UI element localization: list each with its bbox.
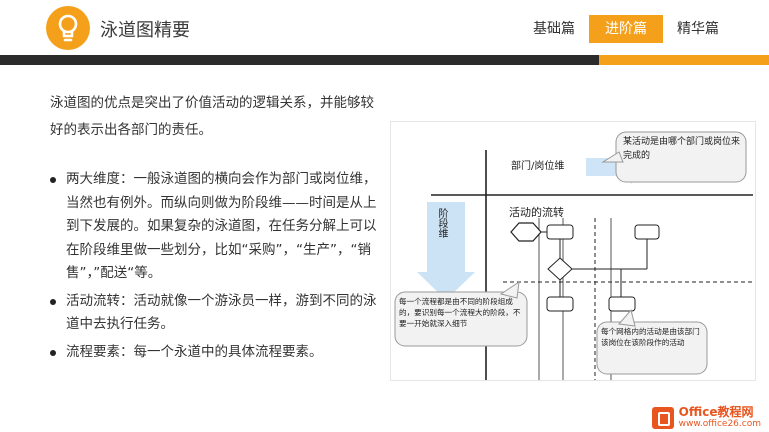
decision-diamond xyxy=(547,257,573,281)
office-logo-icon xyxy=(651,407,674,429)
callout-left-text: 每一个流程都是由不同的阶段组成的，要识别每一个流程大的阶段，不要一开始就深入细节 xyxy=(399,297,521,328)
header-divider-bar xyxy=(0,55,769,65)
tab-advanced[interactable]: 进阶篇 xyxy=(589,15,663,43)
section-tabs: 基础篇 进阶篇 精华篇 xyxy=(523,15,729,43)
watermark-sub: www.office26.com xyxy=(678,419,761,429)
flow-node-1 xyxy=(546,224,574,240)
flow-node-3 xyxy=(546,296,574,312)
callout-top-text: 某活动是由哪个部门或岗位来完成的 xyxy=(623,137,741,161)
bullet-list: 两大维度：一般泳道图的横向会作为部门或岗位维，当然也有例外。而纵向则做为阶段维—… xyxy=(50,168,385,368)
flow-node-4 xyxy=(608,296,636,312)
flow-label: 活动的流转 xyxy=(509,205,564,219)
watermark: Office教程网 www.office26.com xyxy=(651,405,761,430)
intro-paragraph: 泳道图的优点是突出了价值活动的逻辑关系，并能够较好的表示出各部门的责任。 xyxy=(50,95,374,138)
lightbulb-logo xyxy=(46,6,90,50)
callout-right-text: 每个网格内的活动是由该部门该岗位在该阶段作的活动 xyxy=(601,327,700,347)
bullet-item-flow: 活动流转：活动就像一个游泳员一样，游到不同的泳道中去执行任务。 xyxy=(50,290,385,337)
tab-essence[interactable]: 精华篇 xyxy=(667,15,729,43)
swimlane-diagram: 部门/岗位维 某活动是由哪个部门或岗位来完成的 阶段维 活动的流转 每一个流程都… xyxy=(390,121,756,381)
dept-label: 部门/岗位维 xyxy=(511,159,564,172)
header-accent-bar xyxy=(599,55,769,65)
bullet-item-elements: 流程要素：每一个永道中的具体流程要素。 xyxy=(50,341,385,365)
stage-label: 阶段维 xyxy=(436,208,447,238)
start-hexagon xyxy=(510,222,542,242)
watermark-main: Office教程网 xyxy=(678,405,754,419)
flow-node-2 xyxy=(634,224,660,240)
tab-basic[interactable]: 基础篇 xyxy=(523,15,585,43)
bullet-item-dimensions: 两大维度：一般泳道图的横向会作为部门或岗位维，当然也有例外。而纵向则做为阶段维—… xyxy=(50,168,385,286)
page-title: 泳道图精要 xyxy=(100,20,190,41)
